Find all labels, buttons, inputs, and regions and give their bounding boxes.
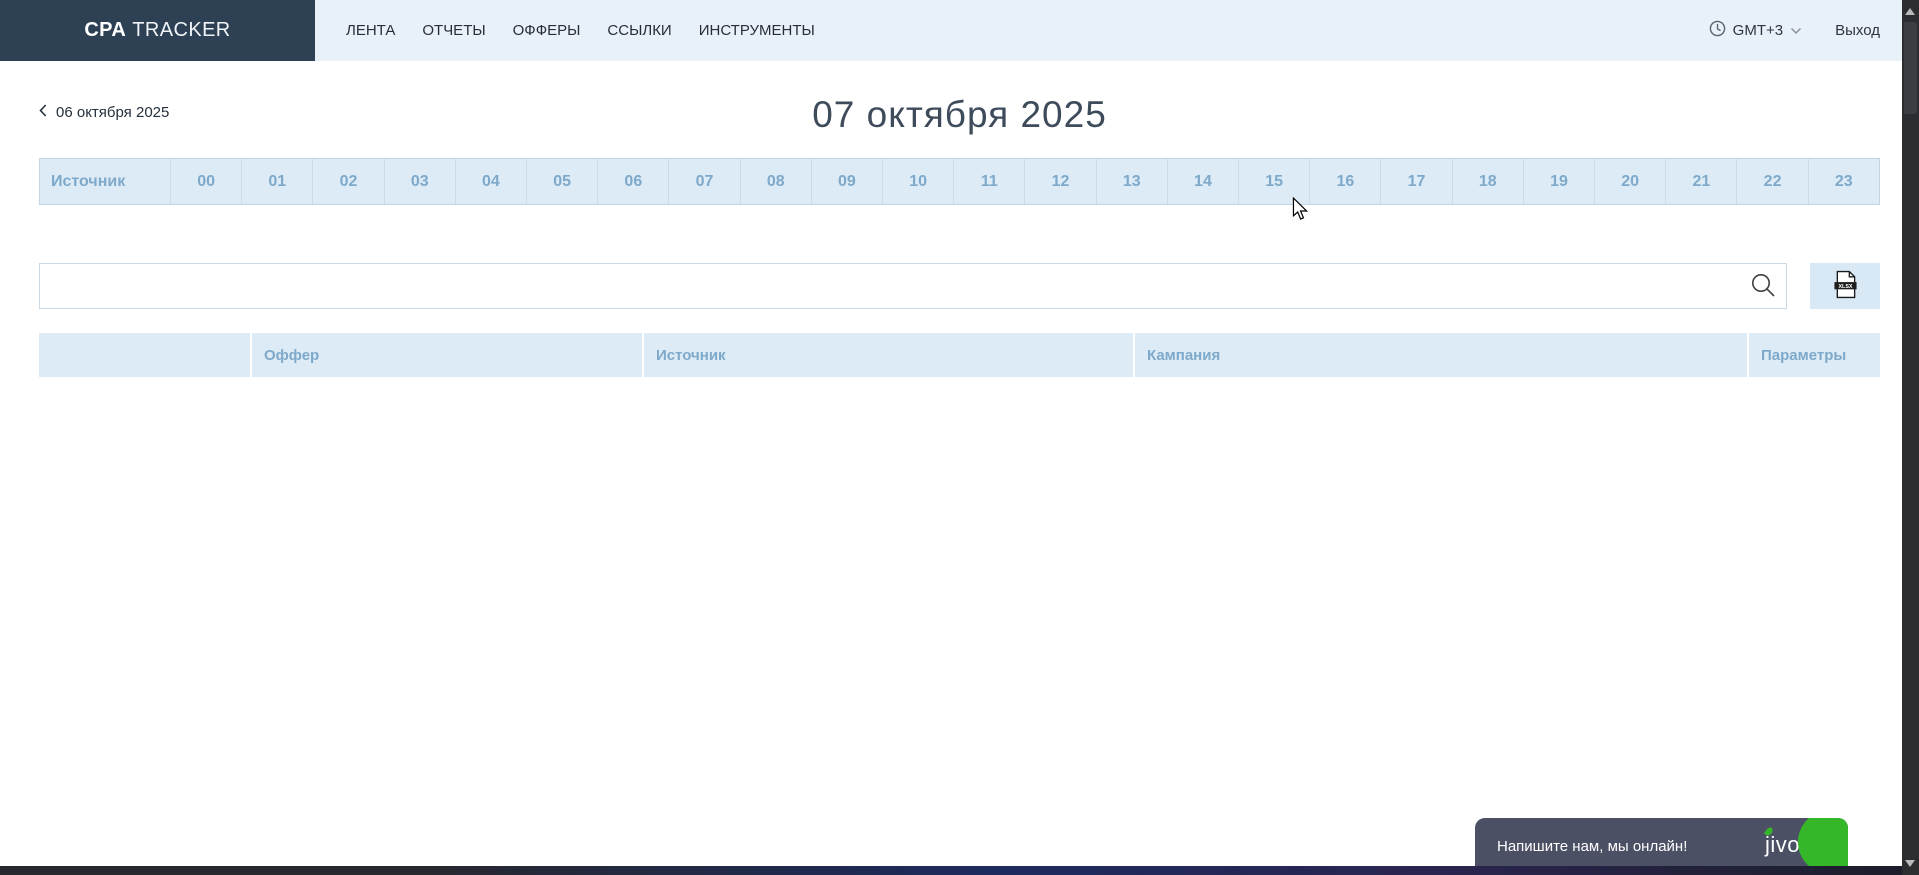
hour-column-12: 12	[1024, 159, 1095, 204]
hour-header-row: Источник 000102030405060708091011121314 1…	[39, 158, 1880, 205]
navbar-right: GMT+3 Выход	[1709, 0, 1880, 61]
brand-logo[interactable]: CPA TRACKER	[0, 0, 315, 61]
nav-item-feed[interactable]: ЛЕНТА	[346, 22, 395, 39]
chevron-left-icon	[39, 104, 47, 121]
xlsx-icon-label: XLSX	[1838, 284, 1852, 290]
hour-column-06: 06	[597, 159, 668, 204]
hour-column-22: 22	[1736, 159, 1807, 204]
nav-item-links[interactable]: ССЫЛКИ	[607, 22, 671, 39]
hour-column-20: 20	[1594, 159, 1665, 204]
hour-column-18: 18	[1452, 159, 1523, 204]
prev-day-label: 06 октября 2025	[56, 104, 169, 121]
nav-item-offers[interactable]: ОФФЕРЫ	[513, 22, 581, 39]
date-header-row: 06 октября 2025 07 октября 2025	[39, 95, 1880, 135]
search-input[interactable]	[39, 263, 1787, 309]
column-header-params: Параметры	[1747, 333, 1880, 377]
hour-header-source-column: Источник	[40, 159, 170, 204]
prev-day-link[interactable]: 06 октября 2025	[39, 104, 169, 121]
hour-column-17: 17	[1380, 159, 1451, 204]
hour-column-13: 13	[1096, 159, 1167, 204]
hour-column-08: 08	[740, 159, 811, 204]
search-button[interactable]	[1747, 271, 1779, 301]
column-header-source: Источник	[642, 333, 1133, 377]
timezone-selector[interactable]: GMT+3	[1709, 20, 1802, 42]
hour-column-23: 23	[1808, 159, 1879, 204]
hour-column-01: 01	[241, 159, 312, 204]
top-navbar: CPA TRACKER ЛЕНТА ОТЧЕТЫ ОФФЕРЫ ССЫЛКИ ИНСТР…	[0, 0, 1919, 61]
brand-logo-bold: CPA	[84, 19, 126, 42]
page-title: 07 октября 2025	[39, 95, 1880, 135]
column-header-offer: Оффер	[250, 333, 642, 377]
brand-logo-rest: TRACKER	[132, 19, 230, 42]
hour-column-07: 07	[668, 159, 739, 204]
column-header-checkbox	[39, 333, 250, 377]
main-nav: ЛЕНТА ОТЧЕТЫ ОФФЕРЫ ССЫЛКИ ИНСТРУМЕНТЫ	[346, 0, 815, 61]
vertical-scrollbar[interactable]	[1902, 0, 1919, 875]
export-xlsx-button[interactable]: XLSX	[1810, 263, 1880, 309]
hour-column-04: 04	[455, 159, 526, 204]
nav-item-tools[interactable]: ИНСТРУМЕНТЫ	[699, 22, 815, 39]
nav-item-reports[interactable]: ОТЧЕТЫ	[422, 22, 485, 39]
xlsx-file-icon: XLSX	[1833, 270, 1858, 302]
bottom-edge-stripe	[0, 866, 1919, 875]
chevron-down-icon	[1790, 22, 1802, 40]
hour-column-21: 21	[1665, 159, 1736, 204]
scrollbar-thumb[interactable]	[1904, 22, 1917, 114]
search-icon	[1749, 271, 1777, 302]
hour-column-14: 14	[1167, 159, 1238, 204]
hour-column-11: 11	[953, 159, 1024, 204]
jivo-logo: jivo	[1765, 832, 1800, 858]
mouse-cursor	[1292, 197, 1308, 226]
clock-icon	[1709, 20, 1726, 42]
column-header-campaign: Кампания	[1133, 333, 1747, 377]
search-field-wrap	[39, 263, 1787, 309]
hour-column-09: 09	[811, 159, 882, 204]
chat-message: Напишите нам, мы онлайн!	[1497, 838, 1687, 855]
logout-link[interactable]: Выход	[1835, 22, 1880, 39]
hour-column-10: 10	[882, 159, 953, 204]
hour-column-05: 05	[526, 159, 597, 204]
hour-column-00: 00	[170, 159, 241, 204]
hour-column-02: 02	[312, 159, 383, 204]
scrollbar-up-arrow-icon[interactable]	[1905, 8, 1915, 15]
data-table-header: ОфферИсточникКампанияПараметры	[39, 333, 1880, 377]
scrollbar-down-arrow-icon[interactable]	[1905, 860, 1915, 867]
hour-column-19: 19	[1523, 159, 1594, 204]
timezone-label: GMT+3	[1733, 22, 1783, 39]
hour-column-03: 03	[384, 159, 455, 204]
hour-column-16: 16	[1309, 159, 1380, 204]
search-row: XLSX	[39, 263, 1880, 309]
